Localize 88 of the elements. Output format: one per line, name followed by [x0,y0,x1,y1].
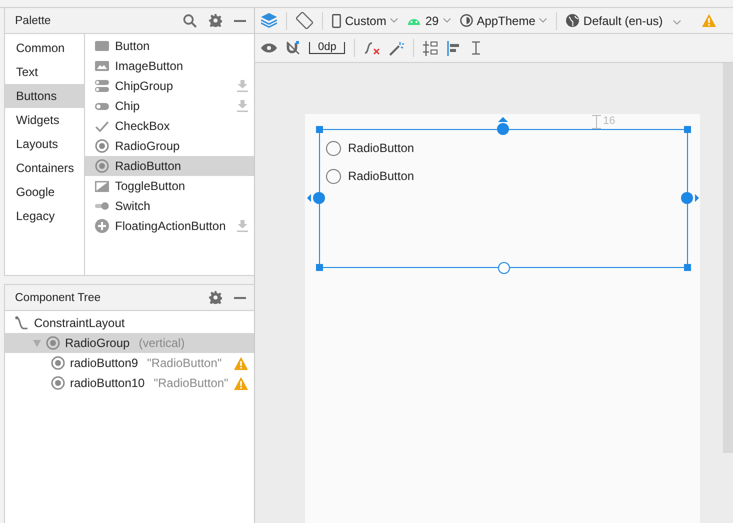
palette-item[interactable]: ImageButton [85,56,254,76]
layers-icon[interactable] [261,13,277,28]
pack-icon[interactable] [423,40,438,56]
constraint-handle[interactable] [307,192,325,204]
palette-item[interactable]: RadioButton [85,156,254,176]
category-item[interactable]: Buttons [5,84,84,108]
resize-handle[interactable] [684,264,691,271]
margin-icon [592,115,601,129]
component-name: radioButton9 [70,356,138,370]
panel-title: Palette [15,14,52,26]
checkmark-icon [95,120,109,132]
radio-icon [46,336,60,350]
locale-dropdown[interactable]: Default (en-us) [566,14,681,28]
palette-item[interactable]: FloatingActionButton [85,216,254,236]
theme-dropdown[interactable]: AppTheme [460,14,548,28]
resize-handle[interactable] [684,126,691,133]
category-item[interactable]: Widgets [5,108,84,132]
radio-circle[interactable] [326,168,341,184]
minimize-icon[interactable] [234,296,246,298]
palette-item[interactable]: ToggleButton [85,176,254,196]
clear-constraints-icon[interactable] [364,41,380,55]
palette-item[interactable]: Chip [85,96,254,116]
fab-icon [95,219,109,233]
device-dropdown[interactable]: Custom [332,14,398,28]
api-dropdown[interactable]: 29 [407,14,451,28]
component-name: radioButton10 [70,376,145,390]
minimize-icon[interactable] [234,20,246,22]
panel-title: Component Tree [15,292,102,304]
search-icon[interactable] [183,14,197,28]
category-item[interactable]: Text [5,60,84,84]
radio-button[interactable]: RadioButton [326,134,687,162]
image-icon [95,61,109,71]
chip-group-icon [95,80,109,92]
radio-icon [95,159,109,173]
magic-wand-icon[interactable] [389,40,404,56]
category-item[interactable]: Google [5,180,84,204]
caret-icon [672,20,681,24]
palette-item[interactable]: ChipGroup [85,76,254,96]
chip-icon [95,102,109,110]
constraint-handle[interactable] [681,192,699,204]
constraint-handle[interactable] [497,117,509,135]
tree-row[interactable]: ConstraintLayout [5,313,254,333]
constraint-icon [15,316,29,330]
palette-item[interactable]: Button [85,36,254,56]
caret-icon [539,18,548,23]
caret-icon [442,18,451,23]
phone-icon [332,14,341,28]
tree-row[interactable]: RadioGroup (vertical) [5,333,254,353]
category-item[interactable]: Layouts [5,132,84,156]
rotate-icon[interactable] [296,12,313,29]
resize-handle[interactable] [316,126,323,133]
globe-icon [566,14,580,27]
warning-icon[interactable] [234,356,248,370]
scrollbar[interactable] [723,63,733,453]
caret-icon [390,18,398,23]
eye-icon[interactable] [261,43,277,53]
theme-icon [460,14,473,27]
palette-item[interactable]: Switch [85,196,254,216]
component-detail: "RadioButton" [147,356,223,370]
constraint-handle[interactable] [498,262,510,274]
default-margin-button[interactable]: 0dp [309,42,346,54]
palette-item[interactable]: CheckBox [85,116,254,136]
component-detail: (vertical) [138,336,186,350]
radio-icon [51,356,65,370]
radio-icon [51,376,65,390]
component-detail: "RadioButton" [154,376,229,390]
radio-circle[interactable] [326,140,341,156]
category-item[interactable]: Containers [5,156,84,180]
settings-icon[interactable] [209,14,222,27]
component-name: RadioGroup [65,336,130,350]
toggle-icon [95,180,109,192]
warning-icon[interactable] [702,14,716,27]
android-icon [407,16,422,25]
component-name: ConstraintLayout [34,316,125,330]
margin-indicator: 16 [592,115,616,129]
magnet-icon[interactable] [286,41,300,55]
resize-handle[interactable] [316,264,323,271]
radio-button[interactable]: RadioButton [326,162,687,190]
category-item[interactable]: Legacy [5,204,84,228]
palette-item[interactable]: RadioGroup [85,136,254,156]
radio-icon [95,139,109,153]
button-icon [95,41,109,51]
settings-icon[interactable] [209,291,222,304]
category-item[interactable]: Common [5,36,84,60]
tree-row[interactable]: radioButton9 "RadioButton" [5,353,254,373]
warning-icon[interactable] [234,376,248,390]
tree-row[interactable]: radioButton10 "RadioButton" [5,373,254,393]
switch-icon [95,202,109,210]
